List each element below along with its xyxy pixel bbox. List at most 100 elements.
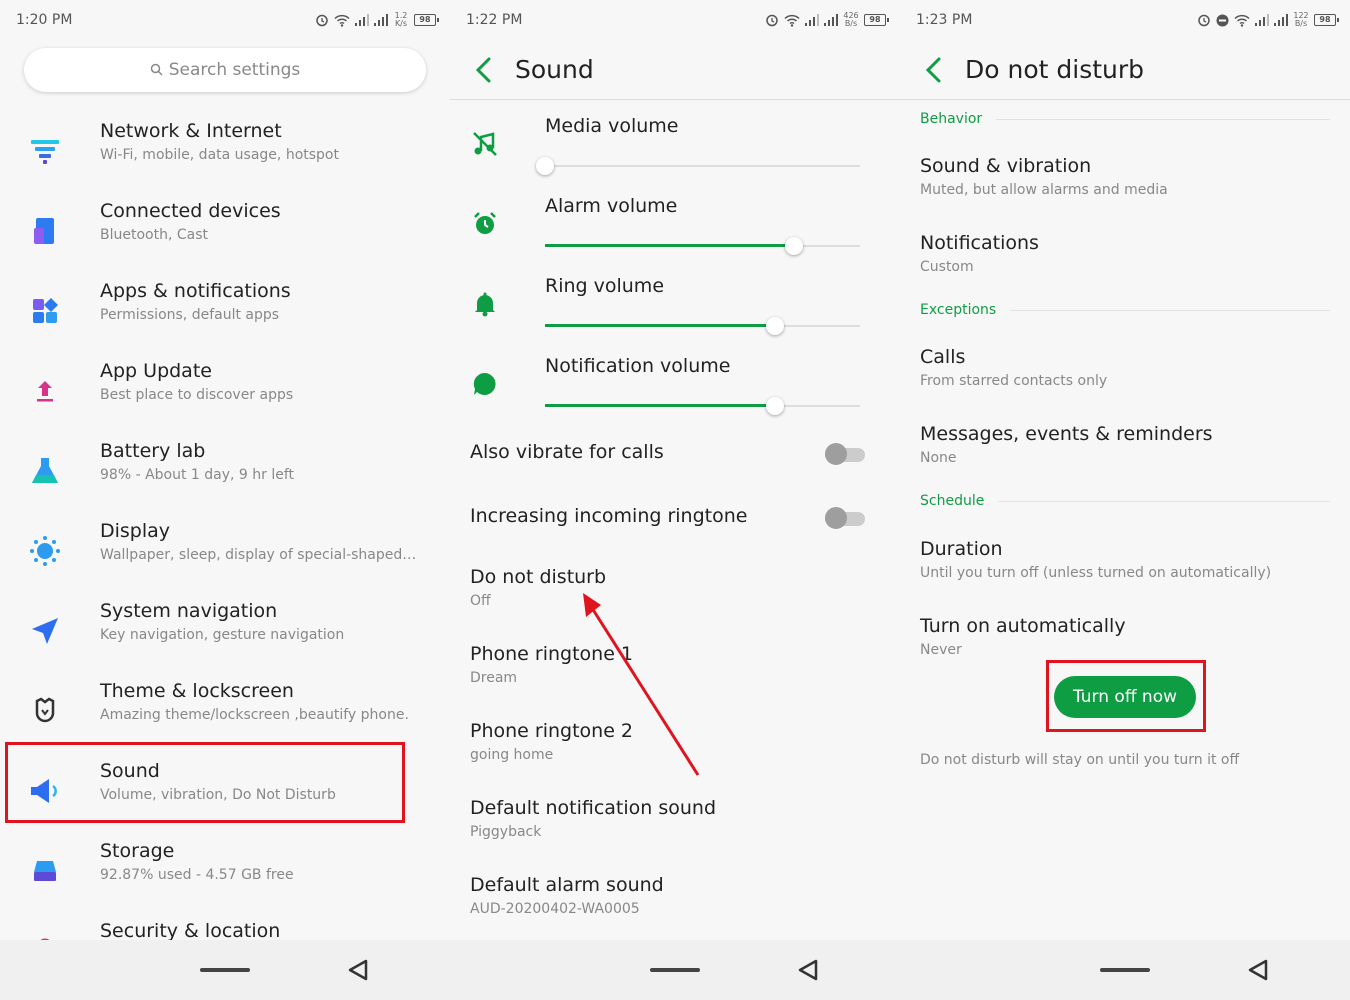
signal-1-icon <box>805 14 819 26</box>
pref-notifications[interactable]: Notifications Custom <box>920 232 1340 275</box>
pref-messages-events-reminders[interactable]: Messages, events & reminders None <box>920 423 1340 466</box>
alarm-icon <box>470 209 500 239</box>
vibrate-calls-row[interactable]: Also vibrate for calls <box>450 423 900 483</box>
home-gesture-bar[interactable] <box>1100 968 1150 972</box>
chat-bubble-icon <box>470 369 500 399</box>
wifi-status-icon <box>334 14 350 27</box>
back-triangle-icon[interactable] <box>1246 958 1270 986</box>
nav-bar <box>450 940 900 1000</box>
alarm-volume-slider[interactable] <box>545 237 860 255</box>
home-gesture-bar[interactable] <box>650 968 700 972</box>
battery-icon: 98 <box>414 14 439 26</box>
sound-panel: 1:22 PM 426 B/s 98 Sound Media volume Ala… <box>450 0 900 1000</box>
pref-turn-on-automatically[interactable]: Turn on automatically Never <box>920 615 1340 658</box>
page-header: Sound <box>450 40 900 100</box>
storage-icon <box>28 854 62 888</box>
apps-icon <box>28 294 62 328</box>
navigation-arrow-icon <box>28 614 62 648</box>
turn-off-highlight-box <box>1046 660 1206 732</box>
settings-item-app-update[interactable]: App Update Best place to discover apps <box>0 352 450 432</box>
battery-icon: 98 <box>1314 14 1339 26</box>
notification-volume-row: Notification volume <box>450 345 900 425</box>
search-input[interactable]: Search settings <box>24 48 426 92</box>
search-icon <box>150 61 163 80</box>
net-speed: 122 B/s <box>1293 11 1309 28</box>
nav-bar <box>0 940 450 1000</box>
slider-fill <box>545 244 794 247</box>
wifi-status-icon <box>1234 14 1250 27</box>
vibrate-calls-toggle[interactable] <box>825 443 865 465</box>
section-behavior: Behavior <box>920 109 1330 129</box>
pref-calls[interactable]: Calls From starred contacts only <box>920 346 1340 389</box>
media-volume-slider[interactable] <box>536 157 860 175</box>
pref-duration[interactable]: Duration Until you turn off (unless turn… <box>920 538 1340 581</box>
upload-icon <box>28 374 62 408</box>
pref-phone-ringtone-2[interactable]: Phone ringtone 2 going home <box>470 720 890 763</box>
pref-default-alarm-sound[interactable]: Default alarm sound AUD-20200402-WA0005 <box>470 874 890 917</box>
wifi-icon <box>28 134 62 168</box>
nav-bar <box>900 940 1350 1000</box>
status-bar: 1:20 PM 1.2 K/s 98 <box>0 0 450 40</box>
battery-icon: 98 <box>864 14 889 26</box>
slider-thumb[interactable] <box>765 317 784 335</box>
increasing-ringtone-row[interactable]: Increasing incoming ringtone <box>450 487 900 547</box>
settings-item-apps[interactable]: Apps & notifications Permissions, defaul… <box>0 272 450 352</box>
dnd-footer-note: Do not disturb will stay on until you tu… <box>920 752 1240 768</box>
back-chevron-icon[interactable] <box>918 54 948 86</box>
increasing-ringtone-toggle[interactable] <box>825 507 865 529</box>
page-title: Sound <box>515 55 594 84</box>
pref-do-not-disturb[interactable]: Do not disturb Off <box>470 566 890 609</box>
section-schedule: Schedule <box>920 491 1330 511</box>
signal-2-icon <box>374 14 388 26</box>
status-bar: 1:22 PM 426 B/s 98 <box>450 0 900 40</box>
signal-1-icon <box>355 14 369 26</box>
page-header: Do not disturb <box>900 40 1350 100</box>
do-not-disturb-panel: 1:23 PM 122 B/s 98 Do not disturb Behavio… <box>900 0 1350 1000</box>
status-time: 1:23 PM <box>916 12 973 28</box>
home-gesture-bar[interactable] <box>200 968 250 972</box>
sound-highlight-box <box>5 742 405 823</box>
settings-item-display[interactable]: Display Wallpaper, sleep, display of spe… <box>0 512 450 592</box>
status-time: 1:22 PM <box>466 12 523 28</box>
settings-item-system-navigation[interactable]: System navigation Key navigation, gestur… <box>0 592 450 672</box>
ring-volume-slider[interactable] <box>545 317 860 335</box>
music-off-icon <box>470 129 500 159</box>
alarm-status-icon <box>1197 13 1211 27</box>
wifi-status-icon <box>784 14 800 27</box>
back-triangle-icon[interactable] <box>346 958 370 986</box>
back-triangle-icon[interactable] <box>796 958 820 986</box>
status-time: 1:20 PM <box>16 12 73 28</box>
settings-item-theme[interactable]: Theme & lockscreen Amazing theme/lockscr… <box>0 672 450 752</box>
dnd-status-icon <box>1216 14 1229 27</box>
net-speed: 426 B/s <box>843 11 859 28</box>
net-speed: 1.2 K/s <box>394 11 408 28</box>
pref-phone-ringtone-1[interactable]: Phone ringtone 1 Dream <box>470 643 890 686</box>
status-bar: 1:23 PM 122 B/s 98 <box>900 0 1350 40</box>
settings-item-battery-lab[interactable]: Battery lab 98% - About 1 day, 9 hr left <box>0 432 450 512</box>
slider-fill <box>545 324 775 327</box>
slider-thumb[interactable] <box>765 397 784 415</box>
notification-volume-slider[interactable] <box>545 397 860 415</box>
sun-icon <box>28 534 62 568</box>
settings-item-storage[interactable]: Storage 92.87% used - 4.57 GB free <box>0 832 450 912</box>
alarm-status-icon <box>765 13 779 27</box>
page-title: Do not disturb <box>965 55 1145 84</box>
pref-sound-vibration[interactable]: Sound & vibration Muted, but allow alarm… <box>920 155 1340 198</box>
signal-1-icon <box>1255 14 1269 26</box>
settings-panel: 1:20 PM 1.2 K/s 98 Search settings Networ… <box>0 0 450 1000</box>
signal-2-icon <box>824 14 838 26</box>
settings-item-connected-devices[interactable]: Connected devices Bluetooth, Cast <box>0 192 450 272</box>
settings-item-network[interactable]: Network & Internet Wi-Fi, mobile, data u… <box>0 112 450 192</box>
devices-icon <box>28 214 62 248</box>
pref-default-notification-sound[interactable]: Default notification sound Piggyback <box>470 797 890 840</box>
signal-2-icon <box>1274 14 1288 26</box>
search-placeholder: Search settings <box>168 60 301 80</box>
ring-volume-row: Ring volume <box>450 265 900 345</box>
slider-fill <box>545 404 775 407</box>
slider-thumb[interactable] <box>784 237 803 255</box>
back-chevron-icon[interactable] <box>468 54 498 86</box>
flask-icon <box>28 454 62 488</box>
theme-icon <box>28 694 62 728</box>
section-exceptions: Exceptions <box>920 300 1330 320</box>
slider-thumb[interactable] <box>536 157 554 175</box>
